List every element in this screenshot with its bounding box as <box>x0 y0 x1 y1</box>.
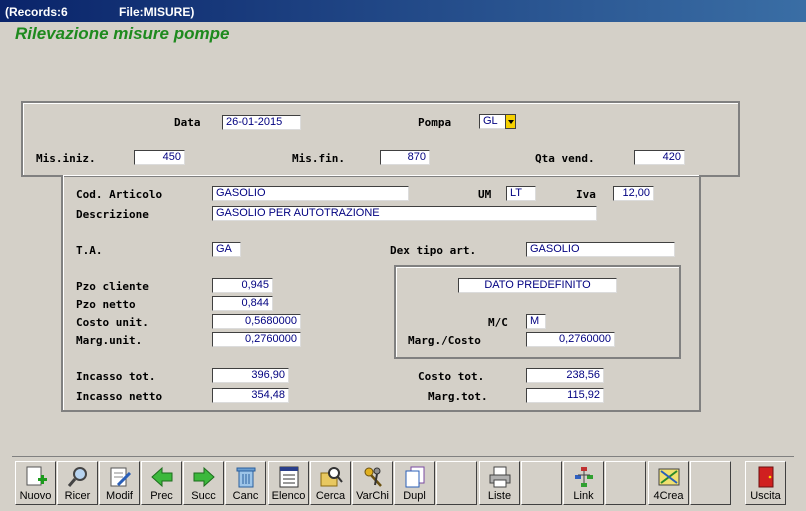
ta-label: T.A. <box>76 244 103 257</box>
marg-unit-field[interactable]: 0,2760000 <box>212 332 301 347</box>
design-tools-icon <box>658 468 680 486</box>
header-panel <box>21 101 740 177</box>
incasso-netto-label: Incasso netto <box>76 390 163 403</box>
dex-tipo-field[interactable]: GASOLIO <box>526 242 675 257</box>
empty-button-2 <box>521 461 562 505</box>
list-icon <box>279 466 299 488</box>
costo-unit-label: Costo unit. <box>76 316 149 329</box>
link-tree-icon <box>575 467 593 487</box>
mis-fin-field[interactable]: 870 <box>380 150 430 165</box>
page-title: Rilevazione misure pompe <box>15 24 230 43</box>
dato-predefinito-field[interactable]: DATO PREDEFINITO <box>458 278 617 293</box>
toolbar: Nuovo Ricer Modif Prec Succ Canc Elenco … <box>12 456 794 509</box>
iva-label: Iva <box>576 188 596 201</box>
exit-door-icon <box>758 466 774 488</box>
keys-icon <box>364 467 382 487</box>
crea4-button[interactable]: 4Crea <box>648 461 689 505</box>
uscita-button[interactable]: Uscita <box>745 461 786 505</box>
cod-articolo-field[interactable]: GASOLIO <box>212 186 409 201</box>
incasso-tot-field[interactable]: 396,90 <box>212 368 289 383</box>
pompa-label: Pompa <box>418 116 452 129</box>
data-field[interactable]: 26-01-2015 <box>222 115 301 130</box>
iva-field[interactable]: 12,00 <box>613 186 654 201</box>
magnifier-icon <box>67 467 87 487</box>
succ-button[interactable]: Succ <box>183 461 224 505</box>
dex-tipo-label: Dex tipo art. <box>390 244 477 257</box>
duplicate-icon <box>405 466 425 488</box>
liste-button[interactable]: Liste <box>479 461 520 505</box>
pzo-cliente-field[interactable]: 0,945 <box>212 278 273 293</box>
marg-unit-label: Marg.unit. <box>76 334 143 347</box>
mis-iniz-field[interactable]: 450 <box>134 150 185 165</box>
empty-button-4 <box>690 461 731 505</box>
canc-button[interactable]: Canc <box>225 461 266 505</box>
ricer-button[interactable]: Ricer <box>57 461 98 505</box>
cerca-button[interactable]: Cerca <box>310 461 351 505</box>
printer-icon <box>489 466 511 488</box>
elenco-button[interactable]: Elenco <box>268 461 309 505</box>
modif-button[interactable]: Modif <box>99 461 140 505</box>
pompa-dropdown-icon[interactable] <box>505 114 516 129</box>
file-name: File:MISURE) <box>119 5 195 19</box>
dupl-button[interactable]: Dupl <box>394 461 435 505</box>
descrizione-field[interactable]: GASOLIO PER AUTOTRAZIONE <box>212 206 597 221</box>
prec-button[interactable]: Prec <box>141 461 182 505</box>
data-label: Data <box>174 116 201 129</box>
ta-field[interactable]: GA <box>212 242 241 257</box>
um-label: UM <box>478 188 492 201</box>
pzo-cliente-label: Pzo cliente <box>76 280 149 293</box>
qta-vend-field[interactable]: 420 <box>634 150 685 165</box>
pzo-netto-field[interactable]: 0,844 <box>212 296 273 311</box>
trash-icon <box>236 467 256 488</box>
marg-costo-field[interactable]: 0,2760000 <box>526 332 615 347</box>
title-bar: (Records:6 File:MISURE) <box>0 0 806 22</box>
mc-label: M/C <box>488 316 508 329</box>
varchi-button[interactable]: VarChi <box>352 461 393 505</box>
new-document-icon <box>26 466 47 486</box>
link-button[interactable]: Link <box>563 461 604 505</box>
marg-tot-field[interactable]: 115,92 <box>526 388 604 403</box>
search-folder-icon <box>320 467 343 487</box>
pompa-select[interactable]: GL <box>479 114 506 129</box>
pzo-netto-label: Pzo netto <box>76 298 136 311</box>
marg-tot-label: Marg.tot. <box>428 390 488 403</box>
qta-vend-label: Qta vend. <box>535 152 595 165</box>
edit-document-icon <box>110 467 132 487</box>
um-field[interactable]: LT <box>506 186 536 201</box>
descrizione-label: Descrizione <box>76 208 149 221</box>
costo-tot-field[interactable]: 238,56 <box>526 368 604 383</box>
mis-fin-label: Mis.fin. <box>292 152 345 165</box>
nuovo-button[interactable]: Nuovo <box>15 461 56 505</box>
mc-field[interactable]: M <box>526 314 546 329</box>
costo-tot-label: Costo tot. <box>418 370 485 383</box>
cod-articolo-label: Cod. Articolo <box>76 188 163 201</box>
arrow-left-icon <box>151 466 173 488</box>
incasso-tot-label: Incasso tot. <box>76 370 156 383</box>
empty-button-1 <box>436 461 477 505</box>
records-count: (Records:6 <box>5 5 68 19</box>
empty-button-3 <box>605 461 646 505</box>
incasso-netto-field[interactable]: 354,48 <box>212 388 289 403</box>
mis-iniz-label: Mis.iniz. <box>36 152 96 165</box>
costo-unit-field[interactable]: 0,5680000 <box>212 314 301 329</box>
arrow-right-icon <box>193 466 215 488</box>
marg-costo-label: Marg./Costo <box>408 334 481 347</box>
